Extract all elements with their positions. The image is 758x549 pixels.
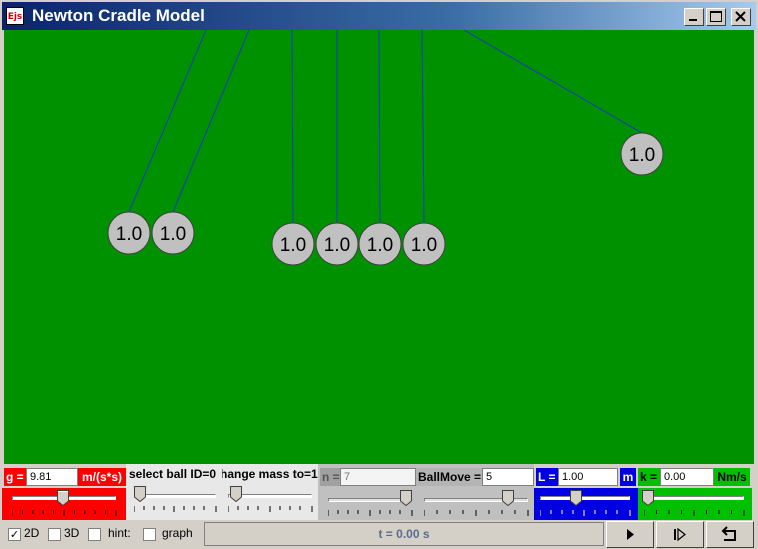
length-value-field[interactable]: 1.00 (558, 468, 618, 486)
reset-button[interactable] (706, 521, 754, 548)
n-slider-thumb[interactable] (400, 490, 412, 506)
ballmove-slider-ticks (424, 510, 529, 516)
pendulum-string (378, 30, 381, 224)
length-control: L = 1.00 m (534, 464, 638, 520)
checkbox-hint[interactable] (88, 528, 101, 541)
close-icon (735, 11, 746, 22)
g-label: g = (4, 468, 26, 486)
app-window: Ejs Newton Cradle Model 1.0 1.0 1.0 1.0 1.0 1… (0, 0, 758, 549)
k-label: k = (638, 468, 660, 486)
length-label: L = (536, 468, 558, 486)
change-mass-thumb[interactable] (230, 486, 242, 502)
length-slider-ticks (540, 510, 631, 516)
change-mass-ticks (228, 506, 313, 512)
checkbox-3d[interactable] (48, 528, 61, 541)
minimize-button[interactable] (684, 8, 704, 26)
select-ball-thumb[interactable] (134, 486, 146, 502)
k-slider[interactable] (638, 488, 752, 520)
ball-mass-label: 1.0 (367, 235, 393, 256)
k-slider-thumb[interactable] (642, 490, 654, 506)
window-title: Newton Cradle Model (32, 6, 205, 25)
pendulum-string (128, 30, 207, 213)
g-value-field[interactable]: 9.81 (26, 468, 78, 486)
pendulum-string (172, 30, 250, 213)
checkbox-graph[interactable] (143, 528, 156, 541)
ballmove-label: BallMove = (416, 468, 484, 486)
checkbox-graph-label: graph (162, 526, 193, 540)
ball-mass-label: 1.0 (160, 224, 186, 245)
length-slider[interactable] (534, 488, 638, 520)
checkbox-3d-label: 3D (64, 526, 80, 540)
g-control: g = 9.81 m/(s*s) (2, 464, 126, 520)
ball-mass-label: 1.0 (324, 235, 350, 256)
change-mass-label: hange mass to=1. (222, 467, 318, 481)
change-mass-control: hange mass to=1. (222, 464, 318, 520)
maximize-icon (710, 11, 722, 22)
ballmove-slider-thumb[interactable] (502, 490, 514, 506)
n-value-field[interactable]: 7 (340, 468, 416, 486)
close-button[interactable] (731, 8, 751, 26)
checkbox-hint-label: hint: (108, 526, 131, 540)
n-slider-ticks (328, 510, 413, 516)
select-ball-track (134, 494, 216, 498)
reset-icon (721, 526, 736, 541)
length-unit-label: m (620, 468, 636, 486)
play-icon (627, 529, 634, 540)
step-button[interactable] (656, 521, 704, 548)
length-slider-thumb[interactable] (570, 490, 582, 506)
g-slider-ticks (12, 510, 117, 516)
ballmove-value-field[interactable]: 5 (482, 468, 534, 486)
k-control: k = 0.00 Nm/s (638, 464, 752, 520)
g-slider-thumb[interactable] (57, 490, 69, 506)
checkbox-2d-label: 2D (24, 526, 40, 540)
k-slider-ticks (644, 510, 745, 516)
checkbox-2d[interactable]: ✓ (8, 528, 21, 541)
title-bar[interactable]: Ejs Newton Cradle Model (2, 2, 756, 30)
g-slider[interactable] (2, 488, 126, 520)
n-label: n = (320, 468, 342, 486)
step-icon (674, 527, 686, 542)
maximize-button[interactable] (706, 8, 726, 26)
minimize-icon (689, 19, 697, 21)
ball-mass-label: 1.0 (116, 224, 142, 245)
play-button[interactable] (606, 521, 654, 548)
simulation-canvas[interactable]: 1.0 1.0 1.0 1.0 1.0 1.0 1.0 (4, 30, 754, 464)
time-display: t = 0.00 s (204, 522, 604, 546)
k-value-field[interactable]: 0.00 (660, 468, 714, 486)
ball-mass-label: 1.0 (629, 145, 655, 166)
pendulum-string (291, 30, 294, 224)
pendulum-string (463, 30, 643, 134)
length-slider-track (540, 496, 630, 500)
k-slider-track (644, 496, 744, 500)
select-ball-ticks (134, 506, 217, 512)
cradle-drawing: 1.0 1.0 1.0 1.0 1.0 1.0 1.0 (107, 30, 664, 266)
k-unit-label: Nm/s (714, 468, 750, 486)
select-ball-label: select ball ID=0 (129, 467, 217, 481)
n-control: n = 7 (318, 464, 416, 520)
ball-mass-label: 1.0 (280, 235, 306, 256)
pendulum-string (421, 30, 425, 224)
bottom-toolbar: ✓ 2D 3D hint: graph t = 0.00 s (0, 520, 758, 549)
ball-mass-label: 1.0 (411, 235, 437, 256)
g-unit-label: m/(s*s) (78, 468, 126, 486)
ejs-app-icon: Ejs (6, 7, 24, 25)
ballmove-control: BallMove = 5 (416, 464, 534, 520)
select-ball-control: select ball ID=0 (126, 464, 222, 520)
